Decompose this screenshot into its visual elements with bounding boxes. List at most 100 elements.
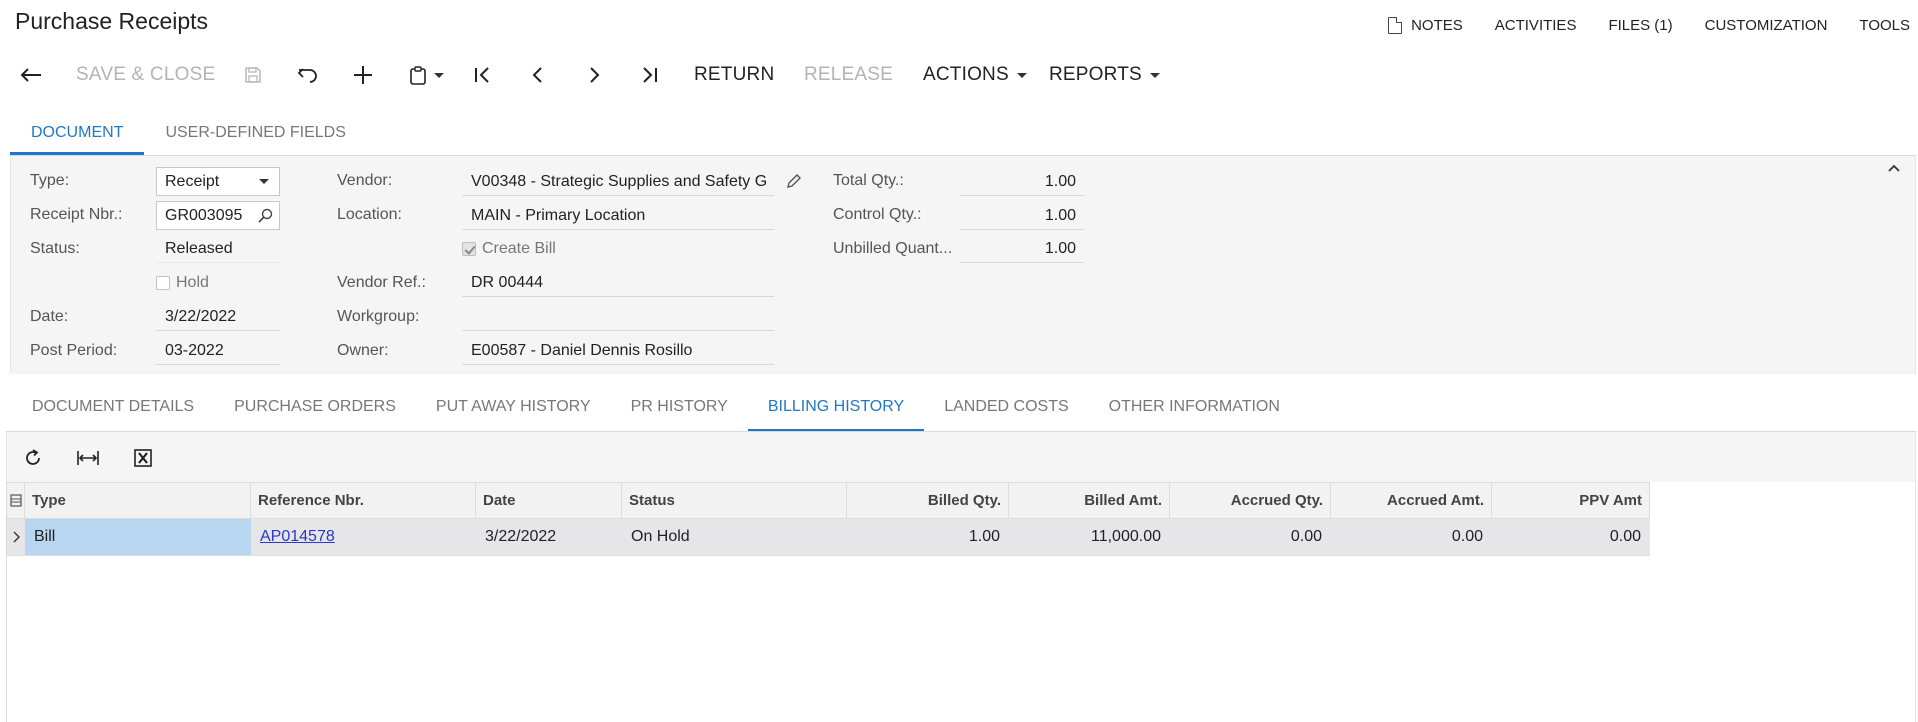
table-row[interactable]: Bill AP014578 3/22/2022 On Hold 1.00 11,… xyxy=(7,519,1650,556)
files-link[interactable]: FILES (1) xyxy=(1608,17,1672,34)
top-links: NOTES ACTIVITIES FILES (1) CUSTOMIZATION… xyxy=(1356,14,1910,36)
type-value: Receipt xyxy=(165,173,220,190)
tab-purchase-orders[interactable]: PURCHASE ORDERS xyxy=(214,388,416,432)
workgroup-label: Workgroup: xyxy=(337,308,420,325)
chevron-down-icon xyxy=(1149,72,1160,78)
owner-label: Owner: xyxy=(337,342,389,359)
reports-menu-button[interactable]: REPORTS xyxy=(1049,58,1160,92)
tab-user-defined-fields[interactable]: USER-DEFINED FIELDS xyxy=(144,114,366,155)
undo-icon xyxy=(297,68,317,83)
customization-link[interactable]: CUSTOMIZATION xyxy=(1705,17,1828,34)
column-header-ppv-amt[interactable]: PPV Amt xyxy=(1492,483,1650,518)
cell-accrued-qty[interactable]: 0.00 xyxy=(1170,519,1331,555)
column-header-reference-nbr[interactable]: Reference Nbr. xyxy=(251,483,476,518)
column-header-accrued-qty[interactable]: Accrued Qty. xyxy=(1170,483,1331,518)
copy-paste-menu-button[interactable] xyxy=(410,58,444,92)
reports-label: REPORTS xyxy=(1049,64,1142,85)
reference-nbr-link[interactable]: AP014578 xyxy=(260,528,335,545)
post-period-field[interactable]: 03-2022 xyxy=(156,336,280,365)
tab-document-details[interactable]: DOCUMENT DETAILS xyxy=(12,388,214,432)
cell-billed-qty[interactable]: 1.00 xyxy=(847,519,1009,555)
cell-accrued-amt[interactable]: 0.00 xyxy=(1331,519,1492,555)
save-icon xyxy=(245,67,261,83)
save-button[interactable] xyxy=(244,58,262,92)
last-icon xyxy=(643,67,657,83)
receipt-nbr-label: Receipt Nbr.: xyxy=(30,206,123,223)
vendor-field[interactable]: V00348 - Strategic Supplies and Safety G xyxy=(462,167,774,196)
row-expand-button[interactable] xyxy=(7,519,25,555)
first-icon xyxy=(475,67,489,83)
search-icon xyxy=(258,208,273,223)
cell-status[interactable]: On Hold xyxy=(622,519,847,555)
chevron-left-icon xyxy=(532,67,542,83)
column-header-type[interactable]: Type xyxy=(25,483,251,518)
first-record-button[interactable] xyxy=(474,58,492,92)
hold-checkbox[interactable]: Hold xyxy=(156,274,209,292)
plus-icon xyxy=(354,66,372,84)
actions-menu-button[interactable]: ACTIONS xyxy=(923,58,1027,92)
column-header-billed-qty[interactable]: Billed Qty. xyxy=(847,483,1009,518)
unbilled-qty-value: 1.00 xyxy=(960,234,1084,263)
column-header-billed-amt[interactable]: Billed Amt. xyxy=(1009,483,1170,518)
date-label: Date: xyxy=(30,308,69,325)
cell-billed-amt[interactable]: 11,000.00 xyxy=(1009,519,1170,555)
control-qty-field[interactable]: 1.00 xyxy=(960,201,1084,230)
type-select[interactable]: Receipt xyxy=(156,167,280,196)
refresh-icon xyxy=(26,449,40,465)
fit-columns-button[interactable] xyxy=(76,446,100,470)
create-bill-checkbox[interactable]: Create Bill xyxy=(462,240,556,258)
vendor-ref-field[interactable]: DR 00444 xyxy=(462,268,774,297)
add-button[interactable] xyxy=(353,58,373,92)
row-selector-header[interactable] xyxy=(7,483,25,518)
column-header-accrued-amt[interactable]: Accrued Amt. xyxy=(1331,483,1492,518)
activities-link[interactable]: ACTIVITIES xyxy=(1495,17,1577,34)
grid-toolbar xyxy=(6,432,1916,482)
tab-document[interactable]: DOCUMENT xyxy=(10,114,145,155)
chevron-down-icon xyxy=(434,72,444,78)
chevron-down-icon xyxy=(1016,72,1027,78)
cell-ppv-amt[interactable]: 0.00 xyxy=(1492,519,1650,555)
chevron-up-icon xyxy=(1888,164,1900,172)
fit-width-icon xyxy=(77,451,99,465)
column-header-status[interactable]: Status xyxy=(622,483,847,518)
cell-date[interactable]: 3/22/2022 xyxy=(476,519,622,555)
status-value: Released xyxy=(156,234,280,263)
clipboard-icon xyxy=(410,65,426,85)
back-button[interactable] xyxy=(20,58,42,92)
save-close-button[interactable]: SAVE & CLOSE xyxy=(76,58,215,92)
export-excel-button[interactable] xyxy=(131,446,155,470)
receipt-nbr-field[interactable]: GR003095 xyxy=(156,201,280,230)
location-field[interactable]: MAIN - Primary Location xyxy=(462,201,774,230)
location-label: Location: xyxy=(337,206,402,223)
column-header-date[interactable]: Date xyxy=(476,483,622,518)
cell-type[interactable]: Bill xyxy=(25,519,251,555)
tab-billing-history[interactable]: BILLING HISTORY xyxy=(747,388,925,432)
tab-other-information[interactable]: OTHER INFORMATION xyxy=(1089,388,1300,432)
tools-link[interactable]: TOOLS xyxy=(1859,17,1910,34)
hold-label: Hold xyxy=(176,274,209,291)
undo-button[interactable] xyxy=(297,58,319,92)
return-button[interactable]: RETURN xyxy=(694,58,774,92)
tab-pr-history[interactable]: PR HISTORY xyxy=(611,388,748,432)
note-icon xyxy=(1388,16,1403,34)
collapse-button[interactable] xyxy=(1886,160,1902,176)
release-button[interactable]: RELEASE xyxy=(804,58,893,92)
total-qty-value: 1.00 xyxy=(960,167,1084,196)
vendor-edit-button[interactable] xyxy=(785,172,803,190)
workgroup-field[interactable] xyxy=(462,302,774,331)
tab-put-away-history[interactable]: PUT AWAY HISTORY xyxy=(416,388,611,432)
previous-record-button[interactable] xyxy=(531,58,545,92)
toolbar: SAVE & CLOSE RETURN RELEASE ACTIONS REPO… xyxy=(0,58,1918,92)
detail-tabs: DOCUMENT DETAILS PURCHASE ORDERS PUT AWA… xyxy=(12,388,1300,432)
status-label: Status: xyxy=(30,240,80,257)
cell-reference-nbr[interactable]: AP014578 xyxy=(251,519,476,555)
next-record-button[interactable] xyxy=(587,58,601,92)
refresh-button[interactable] xyxy=(21,446,45,470)
owner-field[interactable]: E00587 - Daniel Dennis Rosillo xyxy=(462,336,774,365)
hold-checkbox-box xyxy=(156,276,170,290)
last-record-button[interactable] xyxy=(640,58,658,92)
notes-link[interactable]: NOTES xyxy=(1388,16,1463,34)
date-field[interactable]: 3/22/2022 xyxy=(156,302,280,331)
column-config-icon xyxy=(9,494,22,507)
tab-landed-costs[interactable]: LANDED COSTS xyxy=(924,388,1088,432)
